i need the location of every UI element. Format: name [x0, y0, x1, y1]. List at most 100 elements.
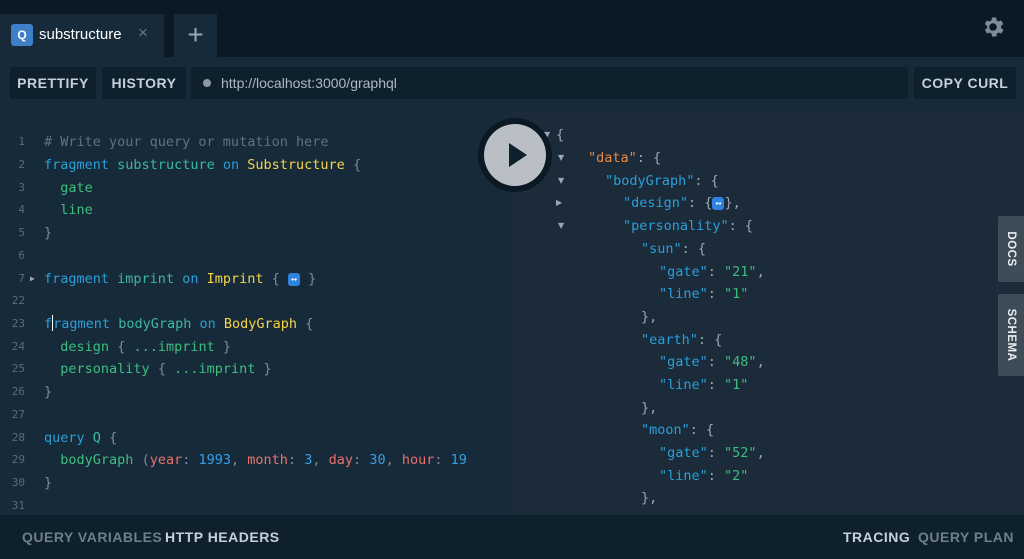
collapsed-block-button[interactable]: ↔ [287, 273, 300, 286]
line-number: 2 [18, 158, 25, 171]
code-line: 30} [0, 472, 514, 494]
copy-curl-button[interactable]: COPY CURL [914, 67, 1016, 99]
line-number: 29 [11, 453, 25, 466]
query-plan-tab[interactable]: QUERY PLAN [918, 529, 1014, 545]
close-icon[interactable]: × [138, 23, 148, 43]
json-value: "21" [724, 264, 757, 280]
endpoint-url-text: http://localhost:3000/graphql [221, 75, 397, 91]
tab-title: substructure [39, 26, 122, 43]
json-line: "line": "2" [659, 468, 749, 484]
json-line: ▼ "bodyGraph": { [558, 170, 719, 193]
json-key: "gate" [659, 445, 708, 461]
field: design [60, 339, 110, 355]
json-value: "2" [724, 468, 749, 484]
prettify-button[interactable]: PRETTIFY [10, 67, 96, 99]
json-line: ▼ "personality": { [558, 215, 753, 238]
docs-tab[interactable]: DOCS [998, 216, 1024, 282]
keyword: on [222, 157, 240, 173]
http-headers-tab[interactable]: HTTP HEADERS [165, 529, 280, 545]
add-tab-button[interactable]: + [174, 14, 217, 57]
fold-arrow-icon[interactable]: ▼ [558, 147, 564, 170]
type-name: Substructure [247, 157, 345, 173]
json-value: "1" [724, 286, 749, 302]
gear-icon[interactable] [980, 14, 1006, 40]
docs-tab-label: DOCS [1005, 231, 1017, 267]
history-button[interactable]: HISTORY [102, 67, 186, 99]
line-number: 23 [11, 317, 25, 330]
json-key: "line" [659, 286, 708, 302]
query-name: Q [92, 430, 101, 446]
json-line: ▶ "design": {↔}, [556, 192, 741, 215]
collapsed-block-button[interactable]: ↔ [712, 197, 725, 210]
keyword: on [199, 316, 216, 332]
line-number: 7 [18, 272, 25, 285]
json-line: "gate": "52", [659, 445, 765, 461]
json-key: "sun" [641, 241, 682, 257]
code-line: 29 bodyGraph (year: 1993, month: 3, day:… [0, 449, 514, 471]
json-value: "1" [724, 377, 749, 393]
fold-arrow-icon[interactable]: ▶ [556, 192, 562, 215]
argument: month [247, 452, 288, 468]
json-key: "line" [659, 468, 708, 484]
fragment-spread: ...imprint [174, 361, 256, 377]
line-number: 3 [18, 181, 25, 194]
line-number: 28 [11, 431, 25, 444]
code-line: 22 [0, 290, 514, 312]
json-value: "52" [724, 445, 757, 461]
code-line: 31 [0, 495, 514, 515]
fold-arrow-icon[interactable]: ▼ [558, 170, 564, 193]
line-number: 22 [11, 294, 25, 307]
type-name: Imprint [206, 271, 264, 287]
code-line: 27 [0, 404, 514, 426]
query-editor[interactable]: 1 # Write your query or mutation here 2 fr… [0, 110, 514, 515]
schema-tab[interactable]: SCHEMA [998, 294, 1024, 376]
line-number: 5 [18, 226, 25, 239]
play-icon [509, 143, 527, 167]
line-number: 27 [11, 408, 25, 421]
argument-value: 30 [369, 452, 386, 468]
argument: hour [401, 452, 435, 468]
fragment-name: imprint [117, 271, 175, 287]
argument: day [328, 452, 354, 468]
json-key: "earth" [641, 332, 698, 348]
line-number: 31 [11, 499, 25, 512]
keyword: fragment [44, 157, 110, 173]
json-key: "moon" [641, 422, 690, 438]
type-name: BodyGraph [223, 316, 298, 332]
json-line: "gate": "21", [659, 264, 765, 280]
field: personality [60, 361, 150, 377]
keyword: fragment [44, 271, 110, 287]
json-line: }, [641, 400, 658, 416]
line-number: 24 [11, 340, 25, 353]
fold-arrow-icon[interactable]: ▼ [558, 215, 564, 238]
code-line: 2 fragment substructure on Substructure { [0, 154, 514, 176]
code-line: 1 # Write your query or mutation here [0, 131, 514, 153]
execute-query-button[interactable] [478, 118, 552, 192]
tab-bar: Q substructure × + [0, 0, 1024, 57]
line-number: 25 [11, 362, 25, 375]
query-badge-icon: Q [11, 24, 33, 46]
endpoint-url-input[interactable]: http://localhost:3000/graphql [191, 67, 908, 99]
execute-button-face [484, 124, 546, 186]
json-key: "gate" [659, 354, 708, 370]
tracing-tab[interactable]: TRACING [843, 529, 910, 545]
fragment-name: substructure [117, 157, 215, 173]
json-key: "bodyGraph" [605, 173, 695, 189]
field: gate [60, 180, 93, 196]
tab-substructure[interactable]: Q substructure × [0, 14, 164, 57]
line-number: 30 [11, 476, 25, 489]
code-line: 3 gate [0, 177, 514, 199]
bottom-bar: QUERY VARIABLES HTTP HEADERS TRACING QUE… [0, 515, 1024, 559]
json-key: "design" [623, 195, 689, 211]
status-dot-icon [203, 79, 211, 87]
fold-arrow-icon[interactable]: ▶ [30, 268, 35, 290]
json-line: ▼{ [544, 124, 564, 147]
code-line: 23 fragment bodyGraph on BodyGraph { [0, 313, 514, 335]
code-line: 24 design { ...imprint } [0, 336, 514, 358]
comment: # Write your query or mutation here [44, 134, 329, 150]
json-line: ▼ "data": { [558, 147, 661, 170]
json-key: "gate" [659, 264, 708, 280]
json-line: "moon": { [641, 422, 715, 438]
argument-value: 19 [450, 452, 467, 468]
query-variables-tab[interactable]: QUERY VARIABLES [22, 529, 162, 545]
